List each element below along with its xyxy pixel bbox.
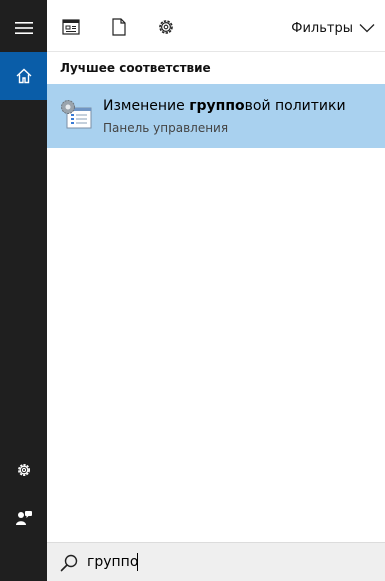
home-icon — [16, 68, 31, 84]
result-title-rest: вой политики — [244, 98, 346, 114]
web-scope-button[interactable] — [155, 16, 177, 38]
search-input[interactable] — [87, 551, 367, 573]
best-match-heading: Лучшее соответствие — [60, 61, 211, 75]
settings-button[interactable] — [0, 446, 47, 494]
web-settings-icon — [159, 20, 173, 34]
documents-scope-button[interactable] — [108, 16, 130, 38]
best-match-result[interactable]: Изменение групповой политики Панель упра… — [47, 84, 385, 148]
start-sidebar — [0, 0, 47, 581]
settings-gear-icon — [17, 464, 30, 476]
user-feedback-icon — [15, 511, 32, 525]
group-policy-icon — [61, 100, 92, 129]
hamburger-menu-button[interactable] — [0, 4, 47, 52]
feedback-button[interactable] — [0, 494, 47, 542]
apps-scope-button[interactable] — [60, 16, 82, 38]
result-title: Изменение групповой политики — [103, 98, 346, 114]
result-subtitle: Панель управления — [103, 121, 229, 135]
search-icon — [60, 554, 78, 572]
search-scope-bar: Фильтры — [47, 0, 385, 52]
filters-label: Фильтры — [291, 20, 353, 36]
search-box[interactable] — [47, 542, 385, 581]
chevron-down-icon — [359, 24, 375, 33]
apps-icon — [62, 19, 80, 35]
filters-dropdown[interactable]: Фильтры — [291, 18, 375, 38]
result-title-match: группо — [189, 98, 245, 114]
text-caret — [137, 553, 138, 571]
home-button[interactable] — [0, 52, 47, 100]
documents-icon — [112, 18, 126, 36]
result-title-part: Изменение — [103, 98, 190, 114]
hamburger-menu-icon — [14, 22, 33, 34]
